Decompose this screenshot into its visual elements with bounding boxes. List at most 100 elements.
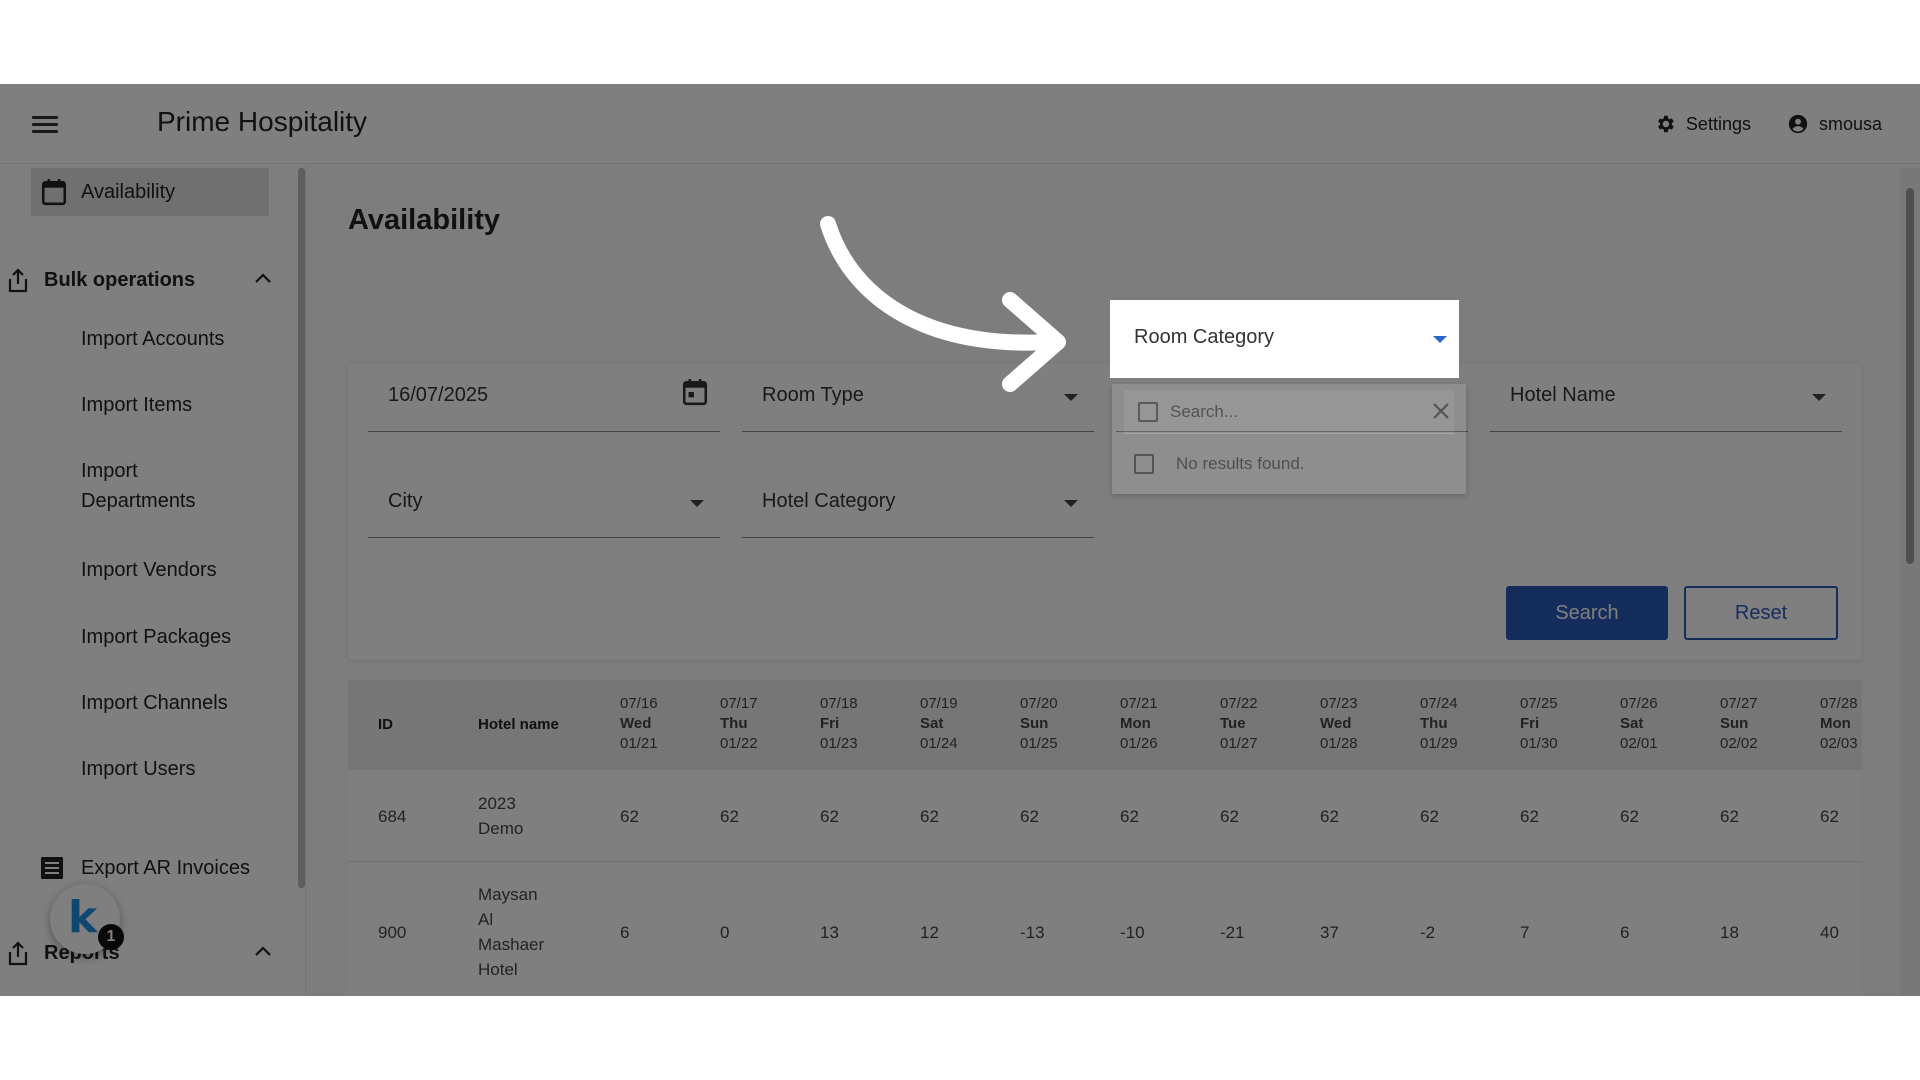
- close-icon[interactable]: [1430, 400, 1452, 422]
- chevron-down-icon: [1812, 394, 1826, 401]
- col-header-date: 07/20 Sun 01/25: [1020, 694, 1058, 754]
- notification-badge: 1: [98, 924, 124, 950]
- sidebar-item-import-users[interactable]: Import Users: [81, 754, 291, 784]
- cell-hotel-name-line: 2023: [478, 794, 516, 813]
- col-header-line: 07/19: [920, 695, 958, 712]
- availability-table: ID Hotel name 07/16 Wed 01/21 07/17 Thu 01/22…: [348, 680, 1862, 996]
- app-window: Prime Hospitality Settings smousa Availa…: [0, 84, 1920, 996]
- dropdown-search-input[interactable]: Search...: [1124, 390, 1454, 434]
- city-select[interactable]: City: [368, 462, 720, 538]
- room-category-dropdown: Search... No results found.: [1112, 384, 1466, 494]
- cell-availability: 12: [920, 922, 939, 942]
- col-header-date: 07/17 Thu 01/22: [720, 694, 758, 754]
- col-header-date: 07/25 Fri 01/30: [1520, 694, 1558, 754]
- cell-availability: -13: [1020, 922, 1045, 942]
- upload-icon: [8, 268, 28, 293]
- sidebar-scrollbar[interactable]: [298, 168, 305, 888]
- cell-availability: -10: [1120, 922, 1145, 942]
- col-header-line: 07/22: [1220, 695, 1258, 712]
- col-header-line: 07/16: [620, 695, 658, 712]
- table-header: ID Hotel name 07/16 Wed 01/21 07/17 Thu 01/22…: [348, 680, 1862, 770]
- sidebar-item-import-accounts[interactable]: Import Accounts: [81, 324, 291, 354]
- chevron-up-icon: [255, 273, 271, 283]
- assistant-launcher-button[interactable]: k 1: [50, 884, 124, 954]
- cell-hotel-name-line: Hotel: [478, 960, 518, 979]
- sidebar-item-label: Availability: [81, 180, 176, 203]
- cell-availability: 6: [620, 922, 630, 942]
- col-header-date: 07/26 Sat 02/01: [1620, 694, 1658, 754]
- chevron-down-icon: [690, 500, 704, 507]
- settings-button[interactable]: Settings: [1654, 106, 1751, 142]
- hotel-name-select[interactable]: Hotel Name: [1490, 356, 1842, 432]
- cell-availability: 62: [620, 806, 639, 826]
- col-header-line: 01/29: [1420, 735, 1458, 752]
- cell-id: 900: [378, 922, 407, 942]
- option-checkbox: [1134, 454, 1154, 474]
- cell-availability: 62: [820, 806, 839, 826]
- sidebar-group-bulk-operations[interactable]: Bulk operations: [0, 260, 300, 300]
- settings-label: Settings: [1685, 113, 1751, 134]
- menu-icon[interactable]: [32, 112, 58, 136]
- col-header-date: 07/18 Fri 01/23: [820, 694, 858, 754]
- table-row[interactable]: 900 Maysan Al Mashaer Hotel 6 0 13 12 -13 -10 -21 37…: [348, 862, 1862, 996]
- col-header-date: 07/19 Sat 01/24: [920, 694, 958, 754]
- hotel-category-select[interactable]: Hotel Category: [742, 462, 1094, 538]
- col-header-line: 07/28: [1820, 695, 1858, 712]
- col-header-line: Sun: [1720, 715, 1749, 732]
- cell-hotel-name: Maysan Al Mashaer Hotel: [478, 882, 544, 982]
- page-title: Availability: [348, 204, 501, 236]
- col-header-line: 01/30: [1520, 735, 1558, 752]
- dropdown-empty-option: No results found.: [1124, 444, 1454, 484]
- calendar-icon: [41, 179, 67, 206]
- list-icon: [41, 857, 63, 879]
- tutorial-arrow-icon: [820, 216, 1066, 392]
- sidebar-item-import-departments[interactable]: Import Departments: [81, 456, 291, 516]
- cell-availability: 7: [1520, 922, 1530, 942]
- sidebar-item-export-ar-invoices[interactable]: Export AR Invoices: [0, 848, 300, 888]
- room-category-select-highlighted[interactable]: Room Category: [1110, 300, 1459, 378]
- cell-availability: 62: [1320, 806, 1339, 826]
- col-header-line: Fri: [1520, 715, 1540, 732]
- cell-availability: 62: [720, 806, 739, 826]
- col-header-line: 01/21: [620, 735, 658, 752]
- col-header-line: Sat: [1620, 715, 1644, 732]
- sidebar-item-availability[interactable]: Availability: [31, 168, 269, 216]
- account-circle-icon: [1788, 114, 1808, 134]
- table-row[interactable]: 684 2023 Demo 62 62 62 62 62 62 62 62 62 62 62 62 62: [348, 770, 1862, 862]
- search-button[interactable]: Search: [1506, 586, 1668, 640]
- col-header-line: 01/23: [820, 735, 858, 752]
- upload-icon: [8, 941, 28, 966]
- app-title: Prime Hospitality: [157, 106, 368, 137]
- calendar-icon[interactable]: [682, 378, 708, 406]
- col-header-line: 02/02: [1720, 735, 1758, 752]
- sidebar-item-import-channels[interactable]: Import Channels: [81, 688, 291, 718]
- col-header-line: 07/20: [1020, 695, 1058, 712]
- select-all-checkbox[interactable]: [1138, 402, 1158, 422]
- cell-availability: 0: [720, 922, 730, 942]
- cell-availability: 62: [1820, 806, 1839, 826]
- sidebar-item-import-packages[interactable]: Import Packages: [81, 622, 291, 652]
- col-header-date: 07/22 Tue 01/27: [1220, 694, 1258, 754]
- top-app-bar: Prime Hospitality Settings smousa: [0, 84, 1920, 164]
- cell-hotel-name-line: Al: [478, 910, 494, 929]
- cell-availability: 62: [920, 806, 939, 826]
- col-header-line: 01/22: [720, 735, 758, 752]
- reset-button[interactable]: Reset: [1684, 586, 1838, 640]
- main-scrollbar-thumb[interactable]: [1906, 188, 1914, 564]
- sidebar-group-reports[interactable]: Reports: [0, 933, 300, 973]
- cell-availability: 13: [820, 922, 839, 942]
- main-content: Availability 16/07/2025 Room Type Hotel …: [306, 164, 1902, 996]
- col-header-date: 07/27 Sun 02/02: [1720, 694, 1758, 754]
- sidebar-item-import-items[interactable]: Import Items: [81, 390, 291, 420]
- date-field[interactable]: 16/07/2025: [368, 356, 720, 432]
- sidebar-item-import-vendors[interactable]: Import Vendors: [81, 555, 291, 585]
- user-label: smousa: [1818, 113, 1882, 134]
- user-menu-button[interactable]: smousa: [1787, 106, 1882, 142]
- col-header-line: 01/28: [1320, 735, 1358, 752]
- chevron-down-icon: [1433, 336, 1447, 343]
- col-header-line: 01/24: [920, 735, 958, 752]
- cell-availability: 62: [1420, 806, 1439, 826]
- col-header-line: Mon: [1120, 715, 1151, 732]
- col-header-line: Tue: [1220, 715, 1246, 732]
- col-header-line: 07/18: [820, 695, 858, 712]
